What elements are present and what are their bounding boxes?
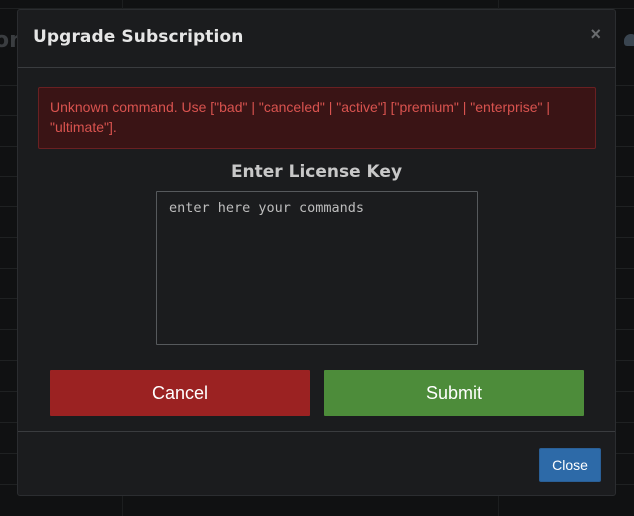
modal-title: Upgrade Subscription [33,27,244,47]
close-button[interactable]: Close [539,448,601,482]
license-key-input[interactable] [156,191,478,345]
cloud-icon [624,34,634,46]
license-key-heading: Enter License Key [230,162,403,182]
error-alert: Unknown command. Use ["bad" | "canceled"… [38,87,596,149]
close-icon[interactable]: × [590,24,601,44]
cancel-button[interactable]: Cancel [50,370,310,416]
submit-button[interactable]: Submit [324,370,584,416]
modal-header: Upgrade Subscription × [18,10,615,68]
upgrade-subscription-modal: Upgrade Subscription × Unknown command. … [17,9,616,496]
modal-footer: Close [18,431,615,496]
